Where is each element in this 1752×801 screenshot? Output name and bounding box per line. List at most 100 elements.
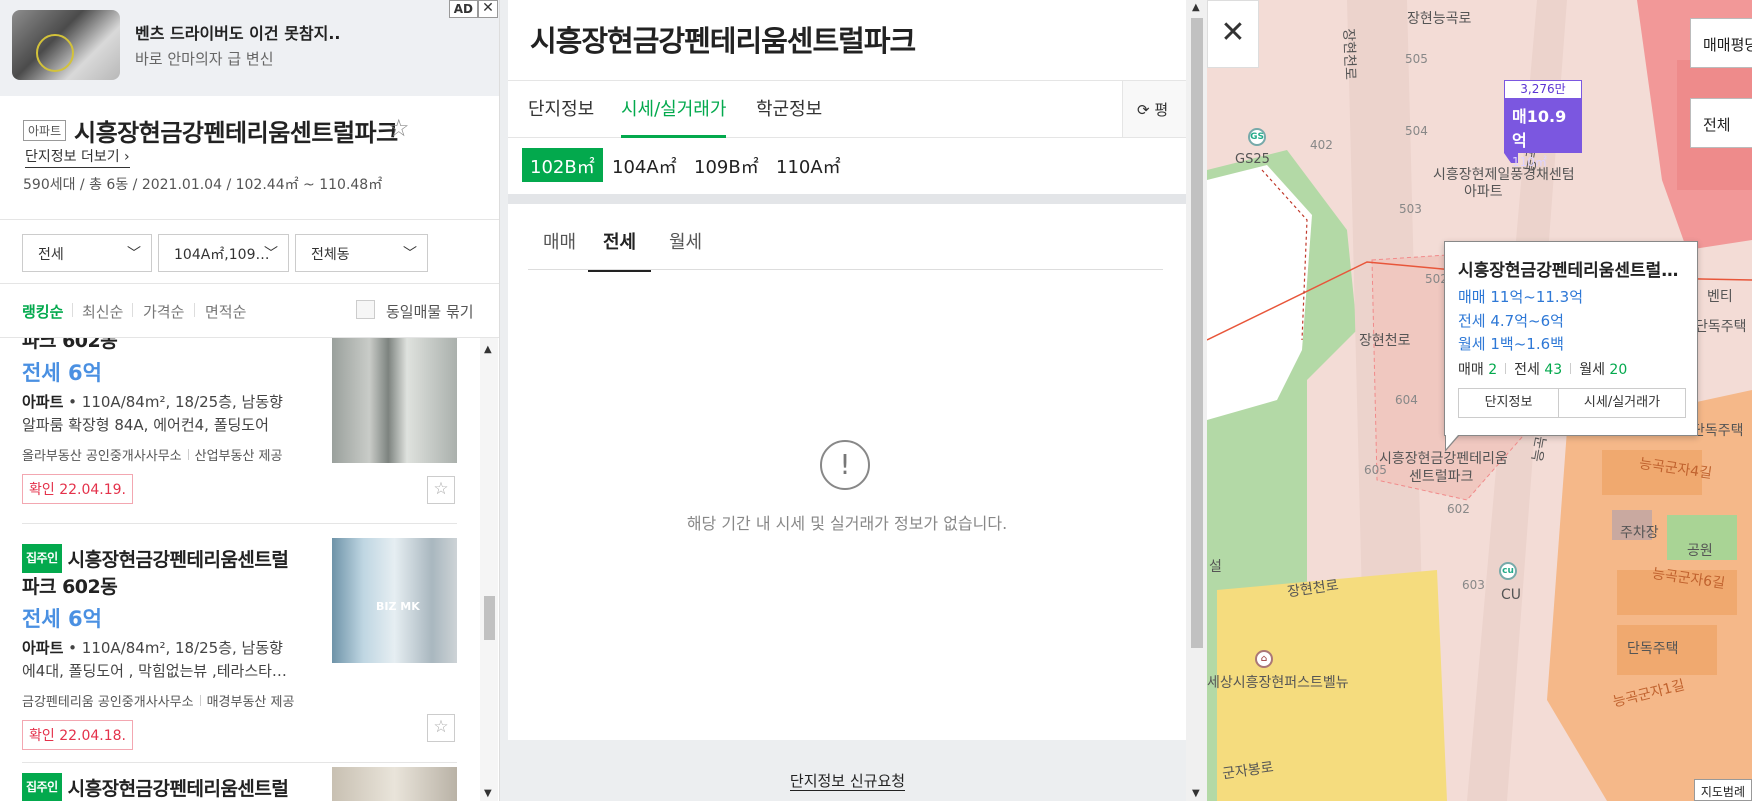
cu-icon[interactable]: cu — [1499, 562, 1517, 580]
listing-desc: 알파룸 확장형 84A, 에어컨4, 폴딩도어 — [22, 416, 269, 434]
scroll-up-icon[interactable]: ▲ — [1192, 2, 1200, 13]
agent-provider: 매경부동산 제공 — [206, 695, 295, 710]
trade-type-value: 전세 — [38, 247, 64, 263]
area-option-104a[interactable]: 104A㎡ — [604, 148, 685, 182]
map-poi-label: 단독주택 — [1692, 423, 1744, 439]
building-select[interactable]: 전체동 ﹀ — [295, 234, 428, 272]
tab-school-info[interactable]: 학군정보 — [756, 95, 822, 135]
map-close-icon[interactable]: ✕ — [1207, 0, 1259, 68]
photo-watermark: BIZ MK — [376, 600, 420, 613]
ad-thumbnail[interactable] — [12, 10, 120, 80]
list-item[interactable]: 집주인 시흥장현금강펜테리움센트럴 — [22, 767, 457, 801]
ad-badge[interactable]: AD — [448, 0, 478, 18]
unit-toggle-button[interactable]: ⟳ 평 — [1122, 81, 1186, 137]
tab-complex-info[interactable]: 단지정보 — [528, 95, 594, 135]
area-option-109b[interactable]: 109B㎡ — [686, 148, 767, 182]
ad-close-icon[interactable]: ✕ — [478, 0, 498, 18]
popup-counts: 매매 2 전세 43 월세 20 — [1458, 359, 1627, 379]
detail-tabs: 단지정보 시세/실거래가 학군정보 ⟳ 평 — [508, 80, 1186, 138]
unit-toggle-label: 평 — [1154, 101, 1169, 119]
listing-name-text[interactable]: 시흥장현금강펜테리움센트럴 — [68, 778, 289, 800]
area-option-102b[interactable]: 102B㎡ — [522, 148, 603, 182]
listing-name[interactable]: 집주인 시흥장현금강펜테리움센트럴 — [22, 773, 302, 801]
map-poi-label: 벤티 — [1707, 289, 1733, 305]
popup-complex-info-button[interactable]: 단지정보 — [1459, 389, 1559, 417]
map-poi-label: 세상시흥장현퍼스트벨뉴 — [1207, 675, 1349, 691]
scroll-down-icon[interactable]: ▼ — [484, 788, 492, 799]
list-item[interactable]: 파크 602동 전세 6억 아파트 • 110A/84m², 18/25층, 남… — [22, 338, 457, 524]
scrollbar-thumb[interactable] — [1191, 18, 1203, 648]
map-apt-label: 센트럴파크 — [1409, 469, 1474, 485]
area-selector: 102B㎡ 104A㎡ 109B㎡ 110A㎡ — [508, 138, 1186, 194]
scroll-up-icon[interactable]: ▲ — [484, 344, 492, 355]
scroll-down-icon[interactable]: ▼ — [1192, 788, 1200, 799]
map-view[interactable]: 장현능곡로 장현천로 장현천로 능곡서로 능곡서로 장현천로 군자봉로 GS G… — [1207, 0, 1752, 801]
area-option-110a[interactable]: 110A㎡ — [768, 148, 849, 182]
sort-divider — [72, 303, 73, 317]
building-pin-icon[interactable]: ⌂ — [1255, 650, 1273, 668]
map-price-pin[interactable]: 3,276만 매10.9억 110㎡ — [1504, 80, 1582, 169]
ad-title[interactable]: 벤츠 드라이버도 이건 못참지.. — [135, 20, 341, 44]
map-building-number: 604 — [1395, 393, 1418, 407]
trade-type-select[interactable]: 전세 ﹀ — [22, 234, 152, 272]
map-building-number: 503 — [1399, 202, 1422, 216]
count-jeonse: 43 — [1544, 362, 1563, 378]
sort-price[interactable]: 가격순 — [143, 301, 184, 322]
popup-title[interactable]: 시흥장현금강펜테리움센트럴파크 — [1458, 256, 1690, 281]
owner-tag: 집주인 — [22, 544, 62, 573]
group-checkbox-label[interactable]: 동일매물 묶기 — [386, 301, 474, 322]
listing-spec: 아파트 • 110A/84m², 18/25층, 남동향 — [22, 393, 283, 411]
map-road-label: 장현천로 — [1359, 333, 1411, 349]
section-divider — [508, 194, 1186, 204]
group-checkbox[interactable] — [356, 300, 375, 319]
detail-title: 시흥장현금강펜테리움센트럴파크 — [530, 24, 916, 58]
listing-name[interactable]: 파크 602동 — [22, 338, 302, 355]
map-legend-button[interactable]: 지도범례 — [1693, 779, 1752, 801]
new-complex-request-link[interactable]: 단지정보 신규요청 — [789, 772, 906, 791]
complex-map-popup[interactable]: 시흥장현금강펜테리움센트럴파크 매매 11억~11.3억 전세 4.7억~6억 … — [1444, 241, 1698, 452]
scrollbar-thumb[interactable] — [484, 596, 495, 640]
filter-bar: 전세 ﹀ 104A㎡,109… ﹀ 전체동 ﹀ — [0, 220, 499, 284]
map-poi-label: 단독주택 — [1627, 641, 1679, 657]
listing-spec-text: 110A/84m², 18/25층, 남동향 — [81, 639, 283, 657]
listing-name[interactable]: 집주인 시흥장현금강펜테리움센트럴파크 602동 — [22, 544, 302, 601]
listing-scrollbar[interactable]: ▲ ▼ — [480, 338, 498, 801]
map-building-number: 504 — [1405, 124, 1428, 138]
favorite-star-icon[interactable]: ☆ — [388, 114, 410, 142]
list-item[interactable]: 집주인 시흥장현금강펜테리움센트럴파크 602동 전세 6억 아파트 • 110A… — [22, 538, 457, 763]
area-value: 104A㎡,109… — [174, 247, 270, 263]
detail-scrollbar[interactable]: ▲ ▼ — [1186, 0, 1207, 801]
sort-bar: 랭킹순 최신순 가격순 면적순 동일매물 묶기 — [0, 284, 499, 338]
listing-list: 파크 602동 전세 6억 아파트 • 110A/84m², 18/25층, 남… — [0, 338, 499, 801]
listing-photo[interactable] — [332, 338, 457, 463]
ad-banner[interactable]: 벤츠 드라이버도 이건 못참지.. 바로 안마의자 급 변신 AD ✕ — [0, 0, 499, 96]
subtab-monthly[interactable]: 월세 — [654, 228, 717, 270]
sort-area[interactable]: 면적순 — [205, 301, 246, 322]
tab-price-history[interactable]: 시세/실거래가 — [621, 95, 727, 138]
agent-provider: 산업부동산 제공 — [194, 449, 283, 464]
listing-photo[interactable] — [332, 767, 457, 801]
listing-photo[interactable]: BIZ MK — [332, 538, 457, 663]
favorite-star-icon[interactable]: ☆ — [427, 714, 455, 742]
subtab-sale[interactable]: 매매 — [528, 228, 591, 270]
sort-latest[interactable]: 최신순 — [82, 301, 123, 322]
count-monthly-label: 월세 — [1579, 362, 1605, 378]
popup-price-button[interactable]: 시세/실거래가 — [1559, 389, 1685, 417]
favorite-star-icon[interactable]: ☆ — [427, 476, 455, 504]
map-poi-label: 설 — [1209, 559, 1222, 575]
ad-subtitle[interactable]: 바로 안마의자 급 변신 — [135, 48, 274, 69]
complex-more-link[interactable]: 단지정보 더보기 › — [25, 146, 130, 168]
chevron-down-icon: ﹀ — [403, 246, 417, 262]
listing-name-text[interactable]: 시흥장현금강펜테리움센트럴파크 602동 — [22, 549, 289, 598]
map-filter-button[interactable]: 전체 — [1690, 98, 1752, 148]
map-road-label: 장현능곡로 — [1407, 11, 1472, 27]
sort-ranking[interactable]: 랭킹순 — [22, 301, 63, 322]
area-select[interactable]: 104A㎡,109… ﹀ — [158, 234, 289, 272]
count-monthly: 20 — [1609, 362, 1628, 378]
agent-name: 올라부동산 공인중개사사무소 — [22, 449, 182, 464]
gs25-icon[interactable]: GS — [1248, 128, 1266, 146]
listing-type: 아파트 — [22, 393, 64, 411]
map-price-type-button[interactable]: 매매평당 — [1690, 18, 1752, 68]
count-sale: 2 — [1488, 362, 1498, 378]
subtab-jeonse[interactable]: 전세 — [588, 228, 652, 272]
